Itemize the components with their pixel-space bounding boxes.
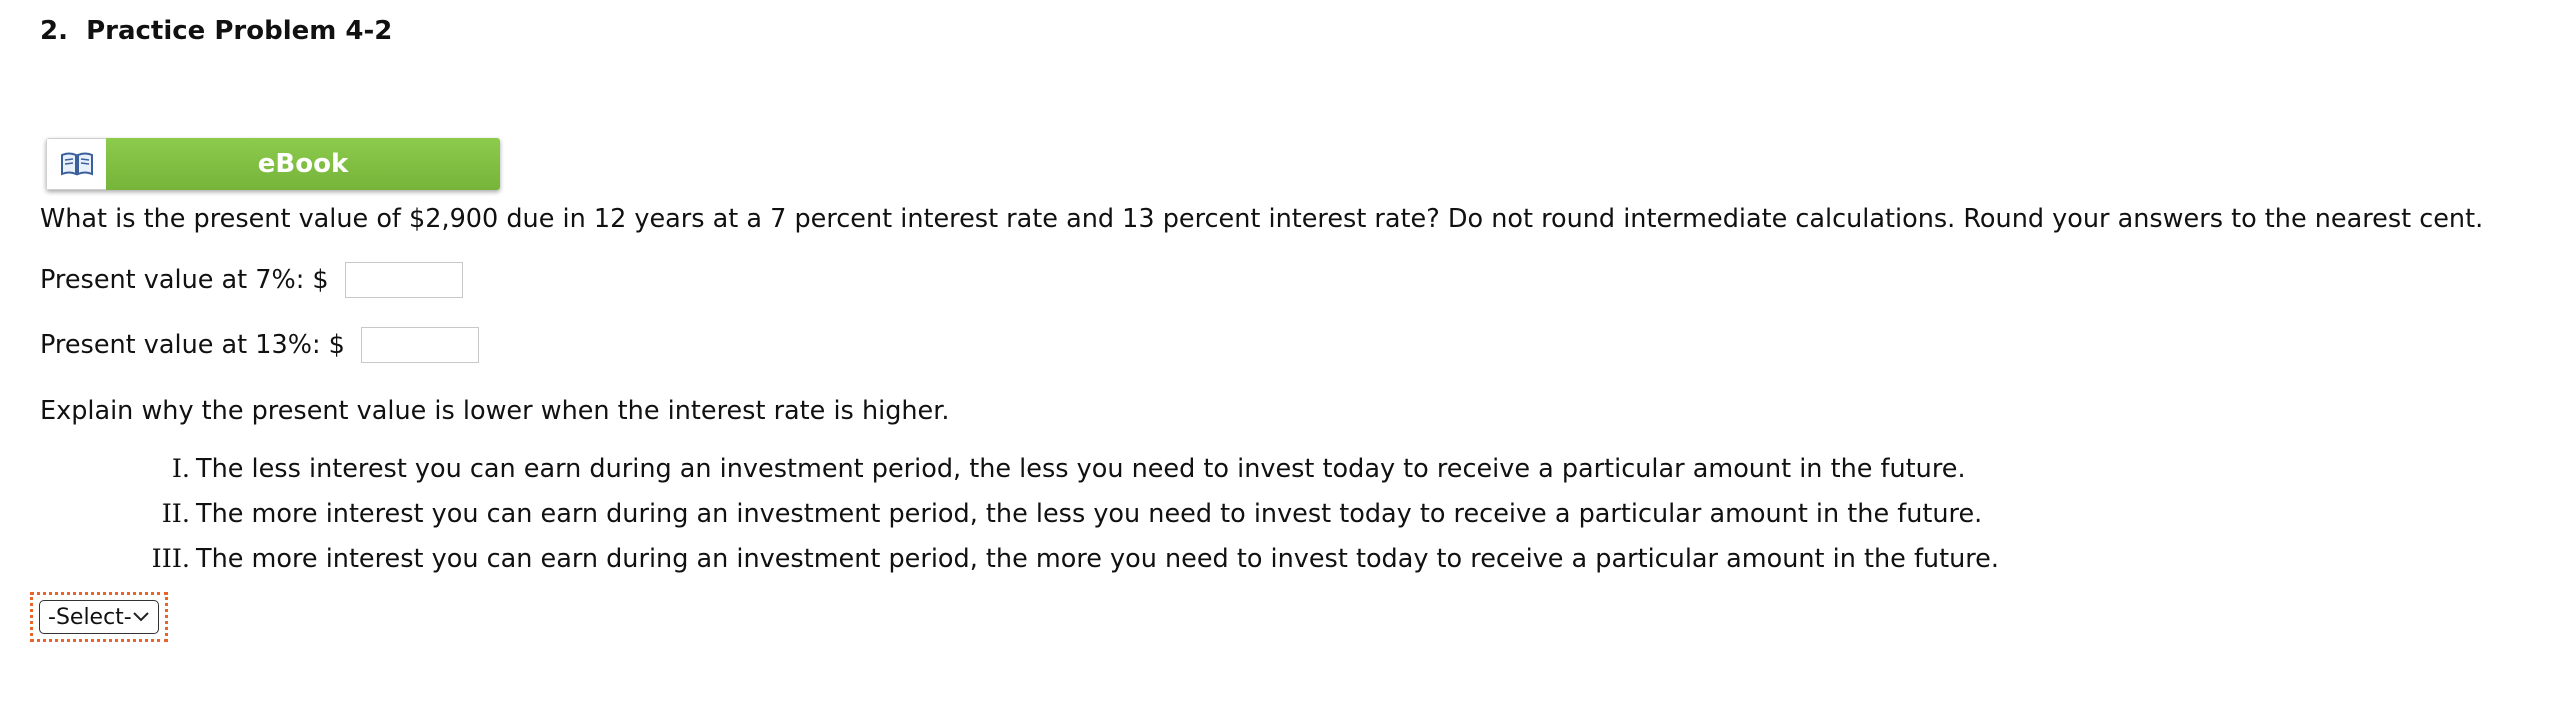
option-number: III. (151, 544, 190, 574)
option-text: The more interest you can earn during an… (196, 544, 1999, 574)
answer-select-focus-outline: -Select- (30, 592, 168, 642)
option-text: The less interest you can earn during an… (196, 454, 1966, 484)
problem-number: 2. (40, 16, 68, 46)
option-text: The more interest you can earn during an… (196, 499, 1983, 529)
pv-13-label: Present value at 13%: $ (40, 330, 345, 360)
pv-7-row: Present value at 7%: $ (40, 262, 463, 298)
chevron-down-icon (133, 612, 149, 622)
explain-prompt: Explain why the present value is lower w… (40, 396, 950, 426)
option-number: II. (161, 499, 190, 529)
problem-title: 2. Practice Problem 4-2 (40, 16, 392, 46)
ebook-label: eBook (106, 138, 500, 190)
pv-13-input[interactable] (360, 327, 479, 363)
option-number: I. (171, 454, 190, 484)
ebook-button[interactable]: eBook (46, 138, 500, 190)
pv-7-label: Present value at 7%: $ (40, 265, 329, 295)
pv-13-row: Present value at 13%: $ (40, 327, 479, 363)
answer-select[interactable]: -Select- (39, 600, 159, 634)
pv-7-input[interactable] (344, 262, 463, 298)
question-text: What is the present value of $2,900 due … (40, 204, 2484, 234)
problem-title-text: Practice Problem 4-2 (86, 16, 393, 46)
answer-select-value: -Select- (48, 604, 132, 630)
practice-problem-page: 2. Practice Problem 4-2 eBook What is th… (30, 0, 2564, 722)
ebook-icon-container (46, 138, 106, 190)
open-book-icon (60, 152, 93, 176)
